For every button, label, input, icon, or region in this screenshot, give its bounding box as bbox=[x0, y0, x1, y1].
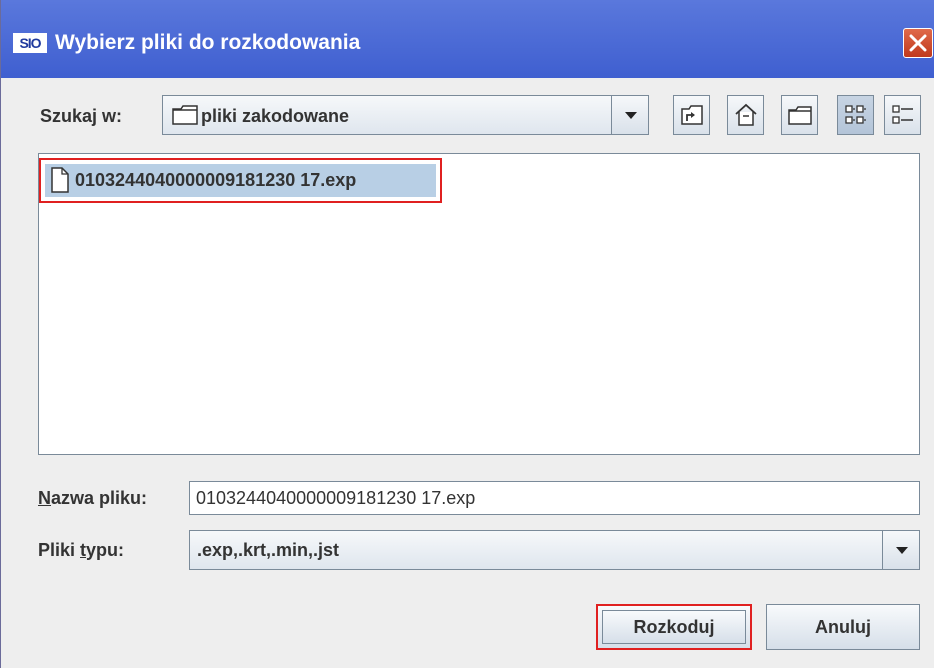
file-type-label-before: Pliki bbox=[38, 540, 81, 560]
decode-button-label: Rozkoduj bbox=[602, 610, 746, 644]
file-type-combobox[interactable]: .exp,.krt,.min,.jst bbox=[189, 530, 920, 570]
create-new-folder-button[interactable] bbox=[781, 95, 818, 135]
file-type-dropdown-arrow[interactable] bbox=[882, 530, 920, 570]
file-type-value: .exp,.krt,.min,.jst bbox=[197, 540, 340, 560]
file-name-label-mnemonic: N bbox=[38, 488, 51, 508]
file-chooser-dialog: SIO Wybierz pliki do rozkodowania Szukaj… bbox=[0, 0, 934, 668]
file-icon bbox=[51, 167, 69, 193]
file-name-input[interactable] bbox=[189, 481, 920, 515]
list-item[interactable]: 0103244040000009181230 17.exp bbox=[39, 158, 442, 203]
file-name-label-text: azwa pliku: bbox=[51, 488, 148, 508]
close-icon bbox=[909, 34, 927, 52]
look-in-dropdown-arrow[interactable] bbox=[611, 95, 649, 135]
new-folder-icon bbox=[788, 106, 812, 125]
folder-icon bbox=[172, 105, 198, 125]
look-in-combobox[interactable]: pliki zakodowane bbox=[162, 95, 649, 135]
details-view-button[interactable] bbox=[884, 95, 921, 135]
look-in-label: Szukaj w: bbox=[40, 106, 123, 126]
file-list[interactable]: 0103244040000009181230 17.exp bbox=[38, 153, 920, 455]
look-in-value: pliki zakodowane bbox=[201, 106, 350, 126]
file-type-label-after: ypu: bbox=[86, 540, 125, 560]
details-view-icon bbox=[892, 105, 913, 124]
up-folder-icon bbox=[681, 105, 703, 125]
home-button[interactable] bbox=[727, 95, 764, 135]
list-view-icon bbox=[845, 105, 866, 124]
list-view-button[interactable] bbox=[837, 95, 874, 135]
file-type-label: Pliki typu: bbox=[38, 539, 124, 561]
cancel-button[interactable]: Anuluj bbox=[766, 604, 920, 650]
decode-button[interactable]: Rozkoduj bbox=[596, 604, 752, 650]
file-name: 0103244040000009181230 17.exp bbox=[75, 170, 357, 190]
up-one-level-button[interactable] bbox=[673, 95, 710, 135]
file-name-label: Nazwa pliku: bbox=[38, 487, 147, 509]
home-icon bbox=[735, 103, 757, 126]
close-button[interactable] bbox=[903, 28, 933, 58]
app-logo-icon: SIO bbox=[13, 33, 47, 53]
window-title: Wybierz pliki do rozkodowania bbox=[55, 31, 361, 54]
title-bar[interactable]: SIO Wybierz pliki do rozkodowania bbox=[1, 0, 934, 78]
list-item-selection: 0103244040000009181230 17.exp bbox=[45, 164, 436, 197]
